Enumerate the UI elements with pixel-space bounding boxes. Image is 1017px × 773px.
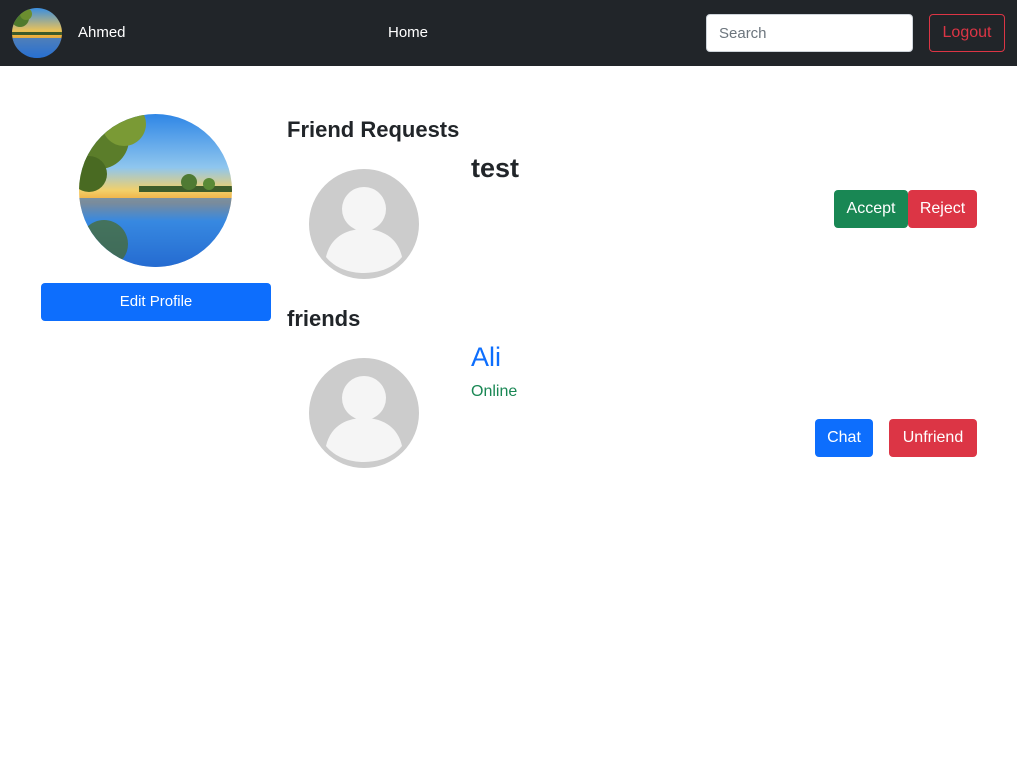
user-avatar[interactable]	[12, 8, 62, 58]
nav-username: Ahmed	[78, 24, 126, 41]
edit-profile-button[interactable]: Edit Profile	[41, 283, 271, 321]
friend-online-status: Online	[471, 383, 518, 400]
chat-button[interactable]: Chat	[815, 419, 873, 457]
logout-button[interactable]: Logout	[929, 14, 1005, 52]
default-avatar-icon	[309, 169, 419, 279]
friend-name-link[interactable]: Ali	[471, 342, 501, 372]
accept-button[interactable]: Accept	[834, 190, 908, 228]
nav-home-link[interactable]: Home	[388, 24, 428, 42]
friend-requests-heading: Friend Requests	[287, 117, 460, 142]
request-sender-name: test	[471, 153, 520, 183]
unfriend-button[interactable]: Unfriend	[889, 419, 977, 457]
reject-button[interactable]: Reject	[908, 190, 977, 228]
landscape-photo-icon	[12, 8, 62, 58]
search-input[interactable]	[706, 14, 913, 52]
top-navbar: Ahmed Home Logout	[0, 0, 1017, 66]
profile-photo	[79, 114, 232, 267]
default-avatar-icon	[309, 358, 419, 468]
landscape-photo-icon	[79, 114, 232, 267]
friends-heading: friends	[287, 306, 361, 331]
